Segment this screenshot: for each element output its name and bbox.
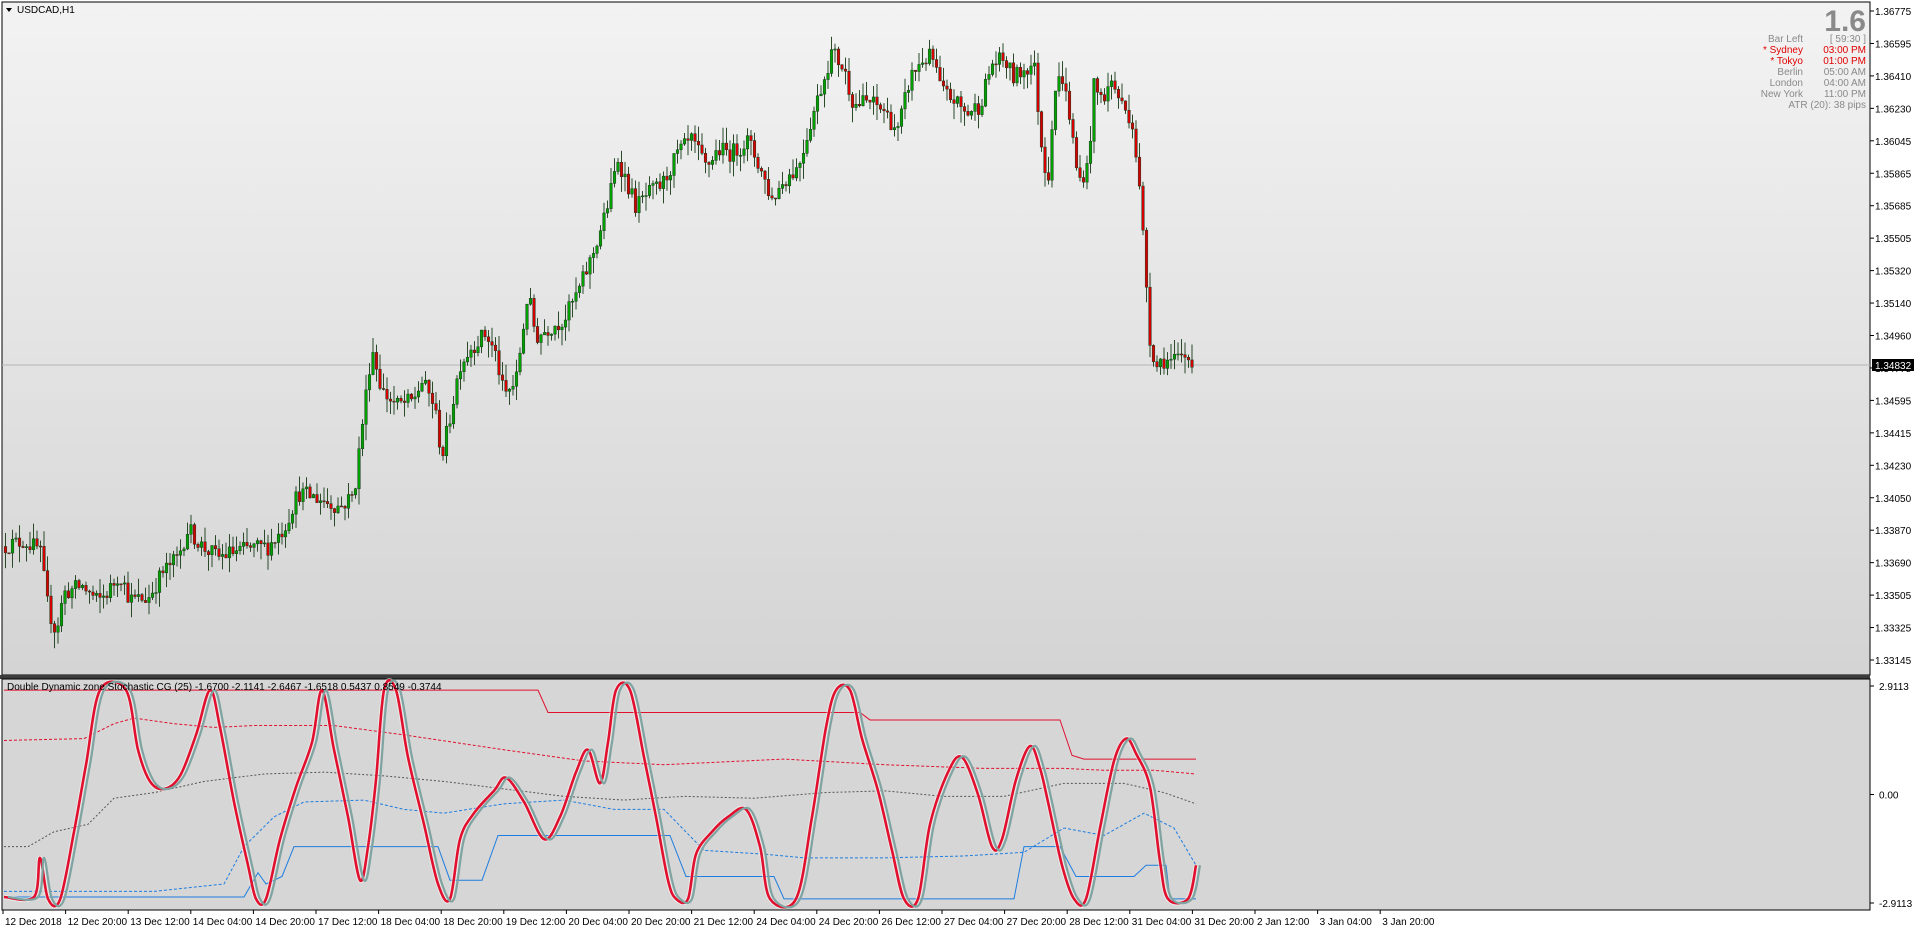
candle — [1015, 64, 1019, 87]
time-tick-label: 14 Dec 04:00 — [193, 917, 253, 928]
candle — [1141, 181, 1145, 236]
indicator-title: Double Dynamic zone Stochastic CG (25) -… — [7, 682, 442, 693]
time-tick-label: 2 Jan 12:00 — [1257, 917, 1310, 928]
time-tick-label: 24 Dec 20:00 — [819, 917, 879, 928]
session-label: * Sydney — [1763, 45, 1803, 56]
session-label: * Tokyo — [1770, 56, 1803, 67]
session-time: 11:00 PM — [1824, 89, 1866, 100]
time-axis[interactable]: 12 Dec 2018 12 Dec 20:00 13 Dec 12:00 14 De… — [2, 910, 1435, 928]
session-time: 05:00 AM — [1824, 67, 1866, 78]
symbol-dropdown[interactable]: USDCAD,H1 — [6, 5, 75, 16]
time-tick-label: 26 Dec 12:00 — [881, 917, 941, 928]
price-tick-label: 1.36775 — [1875, 7, 1912, 18]
time-tick-label: 27 Dec 04:00 — [944, 917, 1004, 928]
price-tick-label: 1.34960 — [1875, 332, 1912, 343]
candle — [1074, 131, 1079, 171]
time-tick-label: 21 Dec 12:00 — [694, 917, 754, 928]
session-time: 03:00 PM — [1823, 45, 1866, 56]
price-tick-label: 1.34415 — [1875, 429, 1912, 440]
time-tick-label: 14 Dec 20:00 — [255, 917, 315, 928]
time-tick-label: 17 Dec 12:00 — [318, 917, 378, 928]
price-tick-label: 1.36595 — [1875, 39, 1912, 50]
indicator-axis[interactable]: 2.9113 0.00 -2.9113 — [1870, 682, 1913, 910]
time-tick-label: 12 Dec 2018 — [5, 917, 62, 928]
price-tick-label: 1.33870 — [1875, 526, 1912, 537]
session-label: New York — [1761, 89, 1804, 100]
pane-separator[interactable] — [0, 675, 1870, 679]
session-label: Bar Left — [1768, 34, 1803, 45]
price-tick-label: 1.33145 — [1875, 656, 1912, 667]
time-tick-label: 3 Jan 04:00 — [1320, 917, 1373, 928]
price-tick-label: 1.35685 — [1875, 202, 1912, 213]
price-tick-label: 1.36045 — [1875, 137, 1912, 148]
candle — [7, 552, 11, 555]
session-time: 01:00 PM — [1823, 56, 1866, 67]
time-tick-label: 20 Dec 04:00 — [568, 917, 628, 928]
time-tick-label: 18 Dec 04:00 — [381, 917, 441, 928]
indicator-tick-label: 0.00 — [1879, 791, 1899, 802]
session-time: [ 59:30 ] — [1830, 34, 1866, 45]
trading-chart[interactable]: USDCAD,H1 Double Dynamic zone Stochastic… — [0, 0, 1916, 933]
candle — [532, 294, 536, 333]
current-price-label: 1.34832 — [1875, 361, 1912, 372]
time-tick-label: 31 Dec 04:00 — [1132, 917, 1192, 928]
price-tick-label: 1.36230 — [1875, 104, 1912, 115]
candle — [455, 375, 459, 409]
time-tick-label: 19 Dec 12:00 — [506, 917, 566, 928]
symbol-title: USDCAD,H1 — [17, 5, 75, 16]
time-tick-label: 3 Jan 20:00 — [1382, 917, 1435, 928]
price-tick-label: 1.35505 — [1875, 234, 1912, 245]
indicator-tick-label: 2.9113 — [1879, 682, 1909, 693]
time-tick-label: 28 Dec 12:00 — [1069, 917, 1129, 928]
candle — [1039, 110, 1044, 152]
price-tick-label: 1.34230 — [1875, 461, 1912, 472]
time-tick-label: 31 Dec 20:00 — [1194, 917, 1254, 928]
time-tick-label: 12 Dec 20:00 — [68, 917, 128, 928]
candle — [1050, 120, 1054, 188]
indicator-tick-label: -2.9113 — [1879, 899, 1913, 910]
atr-label: ATR (20): 38 pips — [1788, 100, 1866, 111]
time-tick-label: 24 Dec 04:00 — [756, 917, 816, 928]
price-tick-label: 1.36410 — [1875, 72, 1912, 83]
candle — [1053, 90, 1058, 136]
price-tick-label: 1.34595 — [1875, 396, 1912, 407]
time-tick-label: 18 Dec 20:00 — [443, 917, 503, 928]
session-label: London — [1770, 78, 1803, 89]
price-tick-label: 1.33325 — [1875, 624, 1912, 635]
price-tick-label: 1.35320 — [1875, 267, 1912, 278]
current-price-badge: 1.34832 — [1872, 359, 1914, 372]
price-axis[interactable]: 1.36775 1.36595 1.36410 1.36230 1.36045 1.358… — [1870, 7, 1912, 667]
time-tick-label: 20 Dec 20:00 — [631, 917, 691, 928]
price-tick-label: 1.33505 — [1875, 591, 1912, 602]
session-time: 04:00 AM — [1824, 78, 1866, 89]
price-pane[interactable] — [1, 1, 1871, 676]
price-tick-label: 1.35140 — [1875, 299, 1912, 310]
time-tick-label: 27 Dec 20:00 — [1007, 917, 1067, 928]
price-tick-label: 1.33690 — [1875, 559, 1912, 570]
price-tick-label: 1.34050 — [1875, 494, 1912, 505]
price-tick-label: 1.35865 — [1875, 169, 1912, 180]
session-label: Berlin — [1777, 67, 1803, 78]
time-tick-label: 13 Dec 12:00 — [130, 917, 190, 928]
